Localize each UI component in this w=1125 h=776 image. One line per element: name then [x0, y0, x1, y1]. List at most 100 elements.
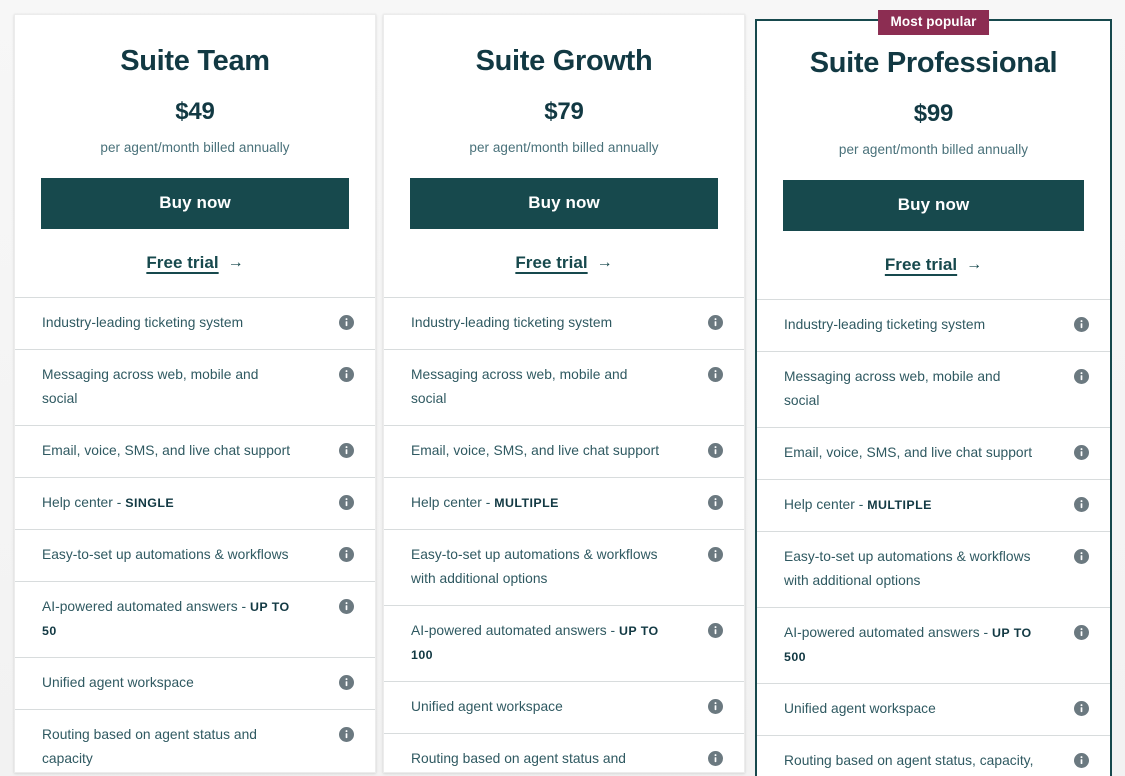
- feature-label: Help center - MULTIPLE: [784, 497, 932, 513]
- info-icon[interactable]: [1074, 497, 1089, 513]
- feature-qualifier: MULTIPLE: [494, 496, 559, 511]
- free-trial-link[interactable]: Free trial: [515, 253, 587, 273]
- feature-label: Messaging across web, mobile and social: [411, 367, 628, 407]
- buy-now-button[interactable]: Buy now: [410, 178, 718, 230]
- feature-row: Easy-to-set up automations & workflows w…: [384, 530, 744, 607]
- info-icon[interactable]: [339, 727, 354, 743]
- pricing-card-suite-growth: Suite Growth $79 per agent/month billed an…: [383, 14, 745, 776]
- feature-row: Industry-leading ticketing system: [15, 298, 375, 351]
- feature-label: Industry-leading ticketing system: [784, 317, 986, 333]
- feature-row: AI-powered automated answers - UP TO 500: [757, 608, 1110, 685]
- plan-price: $79: [544, 98, 584, 126]
- buy-now-button[interactable]: Buy now: [783, 180, 1084, 232]
- feature-row: Industry-leading ticketing system: [384, 298, 744, 351]
- feature-row: Help center - MULTIPLE: [384, 478, 744, 531]
- feature-label: Easy-to-set up automations & workflows: [42, 547, 289, 563]
- info-icon[interactable]: [708, 495, 723, 511]
- feature-label: Routing based on agent status and capaci…: [411, 751, 627, 776]
- feature-row: Routing based on agent status, capacity,…: [757, 736, 1110, 776]
- free-trial-row: Free trial →: [410, 253, 718, 297]
- feature-label: Easy-to-set up automations & workflows w…: [411, 547, 658, 587]
- feature-row: Industry-leading ticketing system: [757, 300, 1110, 353]
- info-icon[interactable]: [339, 367, 354, 383]
- feature-row: Easy-to-set up automations & workflows: [15, 530, 375, 583]
- feature-list: Industry-leading ticketing system Messagi…: [384, 297, 744, 776]
- feature-qualifier: SINGLE: [125, 496, 175, 511]
- feature-label: Unified agent workspace: [784, 701, 936, 717]
- feature-row: Unified agent workspace: [384, 682, 744, 735]
- info-icon[interactable]: [708, 699, 723, 715]
- feature-label: AI-powered automated answers - UP TO 50: [42, 599, 290, 639]
- feature-label: Industry-leading ticketing system: [411, 315, 613, 331]
- info-icon[interactable]: [339, 443, 354, 459]
- feature-row: Help center - SINGLE: [15, 478, 375, 531]
- free-trial-row: Free trial →: [41, 253, 349, 297]
- feature-row: Routing based on agent status and capaci…: [384, 734, 744, 776]
- pricing-card-suite-team: Suite Team $49 per agent/month billed annu…: [14, 14, 376, 773]
- feature-row: Help center - MULTIPLE: [757, 480, 1110, 533]
- feature-label: AI-powered automated answers - UP TO 100: [411, 623, 659, 663]
- info-icon[interactable]: [1074, 701, 1089, 717]
- feature-qualifier: UP TO 100: [411, 624, 659, 663]
- feature-qualifier: MULTIPLE: [867, 498, 932, 513]
- free-trial-link[interactable]: Free trial: [146, 253, 218, 273]
- info-icon[interactable]: [1074, 625, 1089, 641]
- plan-billing-note: per agent/month billed annually: [100, 140, 290, 156]
- arrow-right-icon[interactable]: →: [597, 255, 613, 271]
- feature-label: Help center - SINGLE: [42, 495, 175, 511]
- feature-label: Unified agent workspace: [42, 675, 194, 691]
- feature-label: Easy-to-set up automations & workflows w…: [784, 549, 1031, 589]
- info-icon[interactable]: [339, 599, 354, 615]
- feature-row: Messaging across web, mobile and social: [384, 350, 744, 427]
- plan-billing-note: per agent/month billed annually: [469, 140, 659, 156]
- plan-billing-note: per agent/month billed annually: [838, 142, 1029, 158]
- arrow-right-icon[interactable]: →: [966, 257, 982, 273]
- feature-row: Email, voice, SMS, and live chat support: [384, 426, 744, 479]
- feature-row: Email, voice, SMS, and live chat support: [15, 426, 375, 479]
- feature-qualifier: UP TO 500: [784, 626, 1032, 665]
- info-icon[interactable]: [1074, 369, 1089, 385]
- card-header: Suite Team $49 per agent/month billed annu…: [15, 15, 375, 297]
- buy-now-button[interactable]: Buy now: [41, 178, 349, 230]
- info-icon[interactable]: [708, 547, 723, 563]
- info-icon[interactable]: [339, 675, 354, 691]
- feature-row: AI-powered automated answers - UP TO 100: [384, 606, 744, 683]
- info-icon[interactable]: [1074, 753, 1089, 769]
- feature-row: Unified agent workspace: [757, 684, 1110, 737]
- free-trial-row: Free trial →: [783, 255, 1084, 299]
- card-header: Suite Growth $79 per agent/month billed an…: [384, 15, 744, 297]
- info-icon[interactable]: [1074, 549, 1089, 565]
- feature-label: Email, voice, SMS, and live chat support: [784, 445, 1033, 461]
- feature-row: Easy-to-set up automations & workflows w…: [757, 532, 1110, 609]
- info-icon[interactable]: [708, 367, 723, 383]
- feature-label: Email, voice, SMS, and live chat support: [411, 443, 660, 459]
- info-icon[interactable]: [1074, 445, 1089, 461]
- feature-row: Messaging across web, mobile and social: [757, 352, 1110, 429]
- feature-qualifier: UP TO 50: [42, 600, 290, 639]
- plan-title: Suite Growth: [475, 45, 653, 77]
- info-icon[interactable]: [708, 315, 723, 331]
- feature-list: Industry-leading ticketing system Messagi…: [757, 299, 1110, 776]
- arrow-right-icon[interactable]: →: [228, 255, 244, 271]
- feature-row: Routing based on agent status and capaci…: [15, 710, 375, 776]
- info-icon[interactable]: [339, 495, 354, 511]
- info-icon[interactable]: [339, 315, 354, 331]
- feature-label: Unified agent workspace: [411, 699, 563, 715]
- info-icon[interactable]: [1074, 317, 1089, 333]
- feature-label: Messaging across web, mobile and social: [784, 369, 1001, 409]
- info-icon[interactable]: [708, 623, 723, 639]
- info-icon[interactable]: [708, 443, 723, 459]
- free-trial-link[interactable]: Free trial: [885, 255, 957, 275]
- info-icon[interactable]: [339, 547, 354, 563]
- pricing-card-suite-professional: Most popular Suite Professional $99 per age…: [755, 10, 1112, 776]
- plan-title: Suite Professional: [809, 47, 1058, 79]
- feature-label: Industry-leading ticketing system: [42, 315, 244, 331]
- info-icon[interactable]: [708, 751, 723, 767]
- feature-label: Routing based on agent status and capaci…: [42, 727, 258, 767]
- feature-list: Industry-leading ticketing system Messagi…: [15, 297, 375, 776]
- card-header: Suite Professional $99 per agent/month bil…: [757, 21, 1110, 299]
- feature-label: Email, voice, SMS, and live chat support: [42, 443, 291, 459]
- feature-label: AI-powered automated answers - UP TO 500: [784, 625, 1032, 665]
- plan-title: Suite Team: [120, 45, 270, 77]
- feature-label: Messaging across web, mobile and social: [42, 367, 259, 407]
